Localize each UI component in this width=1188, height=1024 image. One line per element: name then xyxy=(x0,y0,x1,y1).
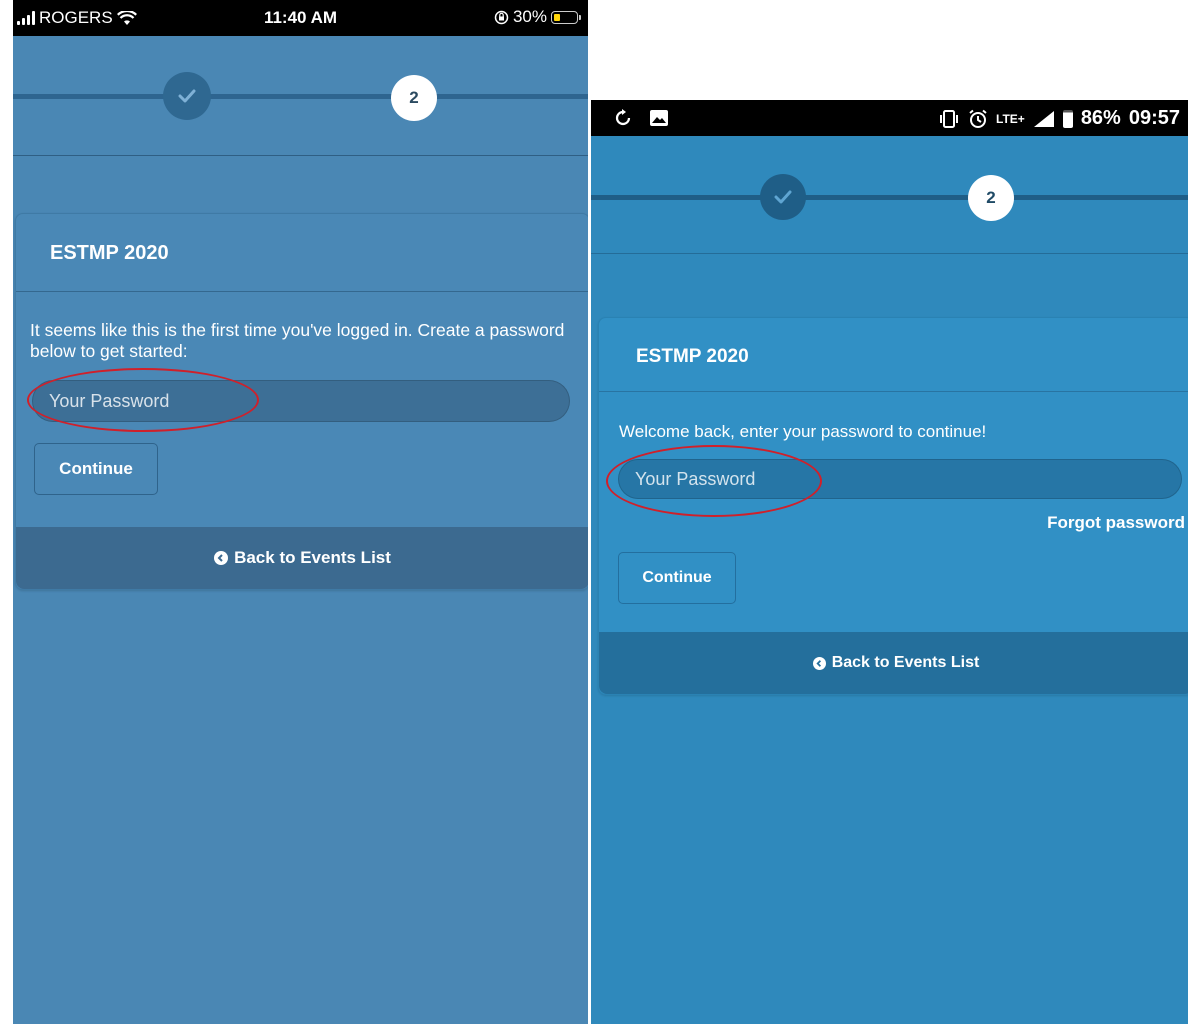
first-login-message: It seems like this is the first time you… xyxy=(30,320,565,361)
alarm-icon xyxy=(969,109,987,128)
back-to-events-button[interactable]: Back to Events List xyxy=(16,527,588,589)
image-icon xyxy=(650,110,668,126)
continue-button[interactable]: Continue xyxy=(618,552,736,604)
checkmark-icon xyxy=(178,89,196,103)
event-title: ESTMP 2020 xyxy=(50,242,169,264)
step-1-completed xyxy=(163,72,211,120)
network-type: LTE+ xyxy=(996,111,1025,126)
welcome-back-message: Welcome back, enter your password to con… xyxy=(619,422,987,441)
sync-icon xyxy=(615,109,631,126)
status-bar: ROGERS 11:40 AM 30% xyxy=(13,0,588,36)
battery-icon xyxy=(551,10,581,24)
card-divider xyxy=(599,391,1188,392)
stepper-line xyxy=(591,195,1188,200)
vibrate-icon xyxy=(940,109,959,128)
battery-percent: 86% xyxy=(1080,107,1121,129)
arrow-left-circle-icon xyxy=(214,551,229,565)
login-card: ESTMP 2020 It seems like this is the fir… xyxy=(15,213,588,590)
back-to-events-button[interactable]: Back to Events List xyxy=(599,632,1188,694)
step-number: 2 xyxy=(409,88,419,107)
header-divider xyxy=(13,155,588,156)
status-bar: LTE+ 86% 09:57 xyxy=(591,100,1188,136)
android-screen: LTE+ 86% 09:57 2 ESTMP 2020 Welcome back… xyxy=(591,100,1188,1024)
signal-icon xyxy=(1033,110,1054,127)
step-number: 2 xyxy=(986,188,996,207)
ios-screen: ROGERS 11:40 AM 30% 2 ESTMP 2020 It seem… xyxy=(13,0,588,1024)
arrow-left-circle-icon xyxy=(812,656,826,670)
forgot-password-link[interactable]: Forgot password xyxy=(1047,513,1185,533)
back-label: Back to Events List xyxy=(831,654,980,671)
event-title: ESTMP 2020 xyxy=(636,346,749,367)
step-1-completed xyxy=(760,174,806,220)
status-time: 09:57 xyxy=(1128,107,1180,129)
battery-percent: 30% xyxy=(512,7,547,26)
login-card: ESTMP 2020 Welcome back, enter your pass… xyxy=(598,317,1188,695)
battery-icon xyxy=(1062,109,1073,128)
checkmark-icon xyxy=(774,190,792,204)
status-right: LTE+ 86% 09:57 xyxy=(938,107,1180,130)
step-2-current: 2 xyxy=(391,75,437,121)
back-label: Back to Events List xyxy=(234,548,391,567)
step-2-current: 2 xyxy=(968,175,1014,221)
continue-button[interactable]: Continue xyxy=(34,443,158,495)
status-right: 30% xyxy=(494,7,581,27)
status-left xyxy=(613,108,669,128)
card-divider xyxy=(16,291,588,292)
password-input[interactable] xyxy=(618,459,1182,499)
header-divider xyxy=(591,253,1188,254)
stepper-line xyxy=(13,94,588,99)
password-input[interactable] xyxy=(32,380,570,422)
rotation-lock-icon xyxy=(494,10,509,24)
